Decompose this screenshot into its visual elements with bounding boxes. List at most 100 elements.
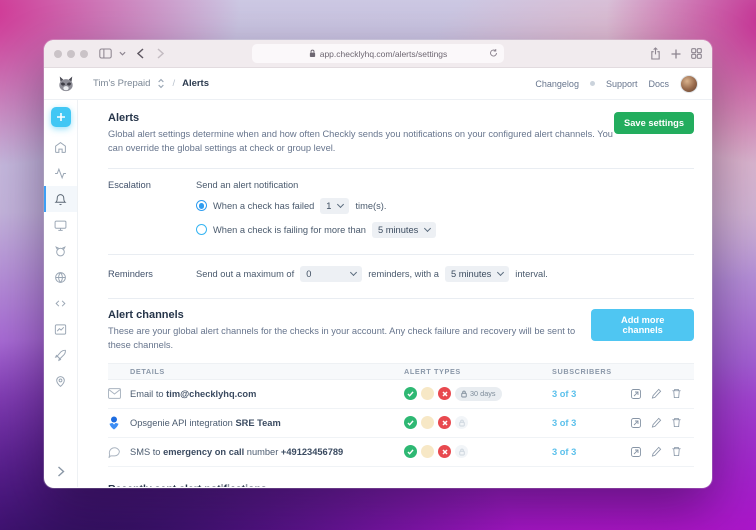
add-more-channels-button[interactable]: Add more channels	[591, 308, 694, 341]
failure-x-badge	[438, 445, 451, 459]
save-settings-button[interactable]: Save settings	[614, 112, 694, 134]
sidebar-item-rocket[interactable]	[44, 342, 77, 368]
edit-pencil-icon[interactable]	[651, 417, 662, 428]
alert-type-badges: 30 days	[404, 386, 552, 401]
failing-duration-select[interactable]: 5 minutes	[371, 221, 437, 238]
subscribers-link[interactable]: 3 of 3	[552, 389, 576, 399]
main-content: Alerts Global alert settings determine w…	[78, 100, 712, 487]
channel-text: Opsgenie API integration	[130, 417, 236, 428]
subscribers-link[interactable]: 3 of 3	[552, 418, 576, 428]
sidebar-item-locations-pin[interactable]	[44, 368, 77, 394]
escalation-duration-radio[interactable]	[196, 224, 207, 236]
subscribers-link[interactable]: 3 of 3	[552, 447, 576, 457]
alerts-section-description: Global alert settings determine when and…	[108, 129, 613, 153]
column-header-subscribers: SUBSCRIBERS	[552, 366, 612, 376]
failed-count-value: 1	[326, 200, 332, 211]
alert-type-badges	[404, 416, 552, 430]
forward-button-icon[interactable]	[157, 48, 164, 59]
sidebar-item-alerts-bell[interactable]	[44, 186, 77, 212]
channels-section-description: These are your global alert channels for…	[108, 325, 576, 350]
failure-x-badge	[438, 416, 451, 430]
delete-trash-icon[interactable]	[671, 388, 682, 399]
sidebar-collapse-chevron-icon[interactable]	[57, 466, 65, 477]
sidebar-item-create-new[interactable]	[50, 107, 71, 127]
channel-text: Email to	[130, 388, 167, 399]
url-text: app.checklyhq.com/alerts/settings	[319, 48, 448, 59]
failing-duration-value: 5 minutes	[377, 224, 419, 235]
back-button-icon[interactable]	[137, 48, 144, 59]
escalation-row: Escalation Send an alert notification Wh…	[108, 169, 694, 242]
chevron-down-icon[interactable]	[119, 51, 126, 56]
sidebar-item-analytics-chart[interactable]	[44, 316, 77, 342]
channel-text-bold: SRE Team	[235, 417, 281, 428]
failed-count-select[interactable]: 1	[320, 197, 350, 214]
nav-changelog-link[interactable]: Changelog	[535, 79, 579, 89]
sidebar-item-code[interactable]	[44, 290, 77, 316]
tab-overview-icon[interactable]	[691, 48, 702, 59]
sidebar-item-raccoon[interactable]	[44, 238, 77, 264]
delete-trash-icon[interactable]	[671, 417, 682, 428]
address-bar[interactable]: app.checklyhq.com/alerts/settings	[252, 44, 504, 63]
reminders-mid-text: reminders, with a	[368, 268, 439, 279]
escalation-label: Escalation	[108, 179, 151, 190]
user-avatar[interactable]	[680, 74, 698, 93]
table-row-opsgenie-channel: Opsgenie API integration SRE Team 3 of 3	[108, 409, 694, 438]
chevron-down-icon	[350, 269, 358, 277]
account-switcher-label[interactable]: Tim's Prepaid	[93, 78, 150, 89]
app-header: Tim's Prepaid / Alerts Changelog Support…	[44, 68, 712, 100]
reminders-interval-select[interactable]: 5 minutes	[444, 265, 510, 282]
nav-docs-link[interactable]: Docs	[648, 79, 669, 89]
sidebar-item-checks-activity[interactable]	[44, 160, 77, 186]
nav-support-link[interactable]: Support	[606, 79, 638, 89]
email-icon	[108, 388, 130, 400]
table-row-email-channel: Email to tim@checklyhq.com 30 days 3 of …	[108, 380, 694, 409]
reminders-label: Reminders	[108, 268, 153, 279]
escalation-intro: Send an alert notification	[196, 179, 299, 190]
edit-pencil-icon[interactable]	[651, 388, 662, 399]
checkly-logo[interactable]	[56, 74, 76, 94]
edit-pencil-icon[interactable]	[651, 446, 662, 457]
new-tab-icon[interactable]	[671, 49, 681, 59]
failure-x-badge	[438, 387, 451, 401]
sidebar-item-dashboards-monitor[interactable]	[44, 212, 77, 238]
reload-icon[interactable]	[489, 48, 498, 58]
alert-type-badges	[404, 445, 552, 459]
send-test-alert-icon[interactable]	[630, 446, 642, 458]
escalation-failed-radio[interactable]	[196, 200, 207, 212]
recent-section-title: Recently sent alert notifications	[108, 483, 694, 487]
channel-text: number	[244, 446, 281, 457]
opsgenie-icon	[108, 416, 130, 430]
share-icon[interactable]	[650, 47, 661, 60]
send-test-alert-icon[interactable]	[630, 388, 642, 400]
minimize-window-button[interactable]	[67, 49, 75, 58]
sidebar-toggle-icon[interactable]	[99, 48, 112, 59]
reminders-interval-value: 5 minutes	[450, 268, 492, 279]
ssl-expiry-badge: 30 days	[455, 386, 502, 401]
channel-text: SMS to	[130, 446, 164, 457]
lock-icon	[309, 49, 316, 58]
alerts-section-title: Alerts	[108, 112, 140, 124]
channel-text-bold: tim@checklyhq.com	[166, 388, 257, 399]
degraded-badge	[421, 387, 434, 401]
account-switcher-chevrons-icon[interactable]	[157, 78, 165, 89]
channels-table-header: DETAILS ALERT TYPES SUBSCRIBERS	[108, 362, 694, 380]
reminders-count-value: 0	[306, 268, 312, 279]
delete-trash-icon[interactable]	[671, 446, 682, 457]
escalation-duration-text: When a check is failing for more than	[213, 224, 366, 235]
sidebar-item-home[interactable]	[44, 134, 77, 160]
reminders-suffix-text: interval.	[515, 268, 548, 279]
ssl-lock-disabled-badge	[455, 445, 468, 459]
breadcrumb-separator: /	[172, 78, 176, 89]
channel-text-bold: emergency on call	[163, 446, 245, 457]
sidebar-item-globe[interactable]	[44, 264, 77, 290]
reminders-count-select[interactable]: 0	[300, 265, 363, 282]
degraded-badge	[421, 445, 434, 459]
browser-window: app.checklyhq.com/alerts/settings Tim's …	[44, 40, 712, 488]
window-controls[interactable]	[54, 49, 88, 58]
send-test-alert-icon[interactable]	[630, 417, 642, 429]
close-window-button[interactable]	[54, 49, 62, 58]
ssl-lock-disabled-badge	[455, 416, 468, 430]
header-nav: Changelog Support Docs	[535, 74, 698, 93]
degraded-badge	[421, 416, 434, 430]
zoom-window-button[interactable]	[80, 49, 88, 58]
